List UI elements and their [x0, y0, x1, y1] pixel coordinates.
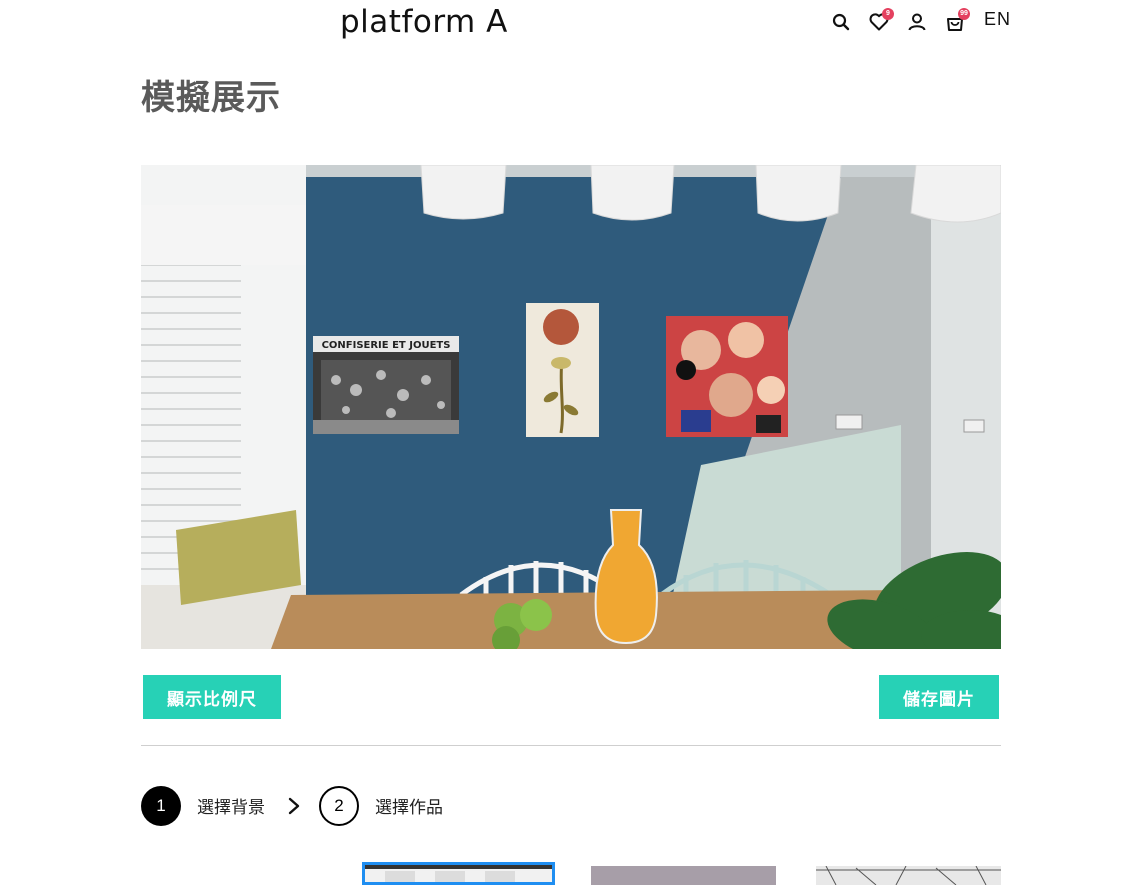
search-icon[interactable]: [829, 10, 853, 34]
user-icon[interactable]: [905, 10, 929, 34]
step-2-indicator[interactable]: 2: [319, 786, 359, 826]
background-thumbnail[interactable]: [591, 866, 776, 885]
divider: [141, 745, 1001, 746]
cart-button[interactable]: 99: [943, 8, 970, 34]
wishlist-button[interactable]: 9: [867, 8, 894, 34]
background-thumbnail-selected[interactable]: [362, 862, 555, 885]
artwork1-sign: CONFISERIE ET JOUETS: [322, 340, 451, 351]
step-1-indicator[interactable]: 1: [141, 786, 181, 826]
site-header: platform A 9 99 EN: [0, 0, 1139, 48]
language-switch[interactable]: EN: [984, 9, 1011, 30]
site-logo[interactable]: platform A: [340, 2, 508, 42]
show-scale-button[interactable]: 顯示比例尺: [143, 675, 281, 719]
step-2-label[interactable]: 選擇作品: [375, 793, 443, 818]
artwork-flower-painting: [526, 303, 599, 437]
room-preview: CONFISERIE ET JOUETS: [141, 165, 1001, 649]
wishlist-count-badge: 9: [882, 8, 894, 20]
artwork-collage: [666, 316, 788, 437]
artwork-shop-photo: CONFISERIE ET JOUETS: [313, 336, 459, 434]
background-thumbnail[interactable]: [816, 866, 1001, 885]
save-image-button[interactable]: 儲存圖片: [879, 675, 999, 719]
chevron-right-icon: [288, 797, 300, 815]
page-title: 模擬展示: [141, 78, 281, 118]
step-1-label[interactable]: 選擇背景: [197, 793, 265, 818]
cart-count-badge: 99: [958, 8, 970, 20]
